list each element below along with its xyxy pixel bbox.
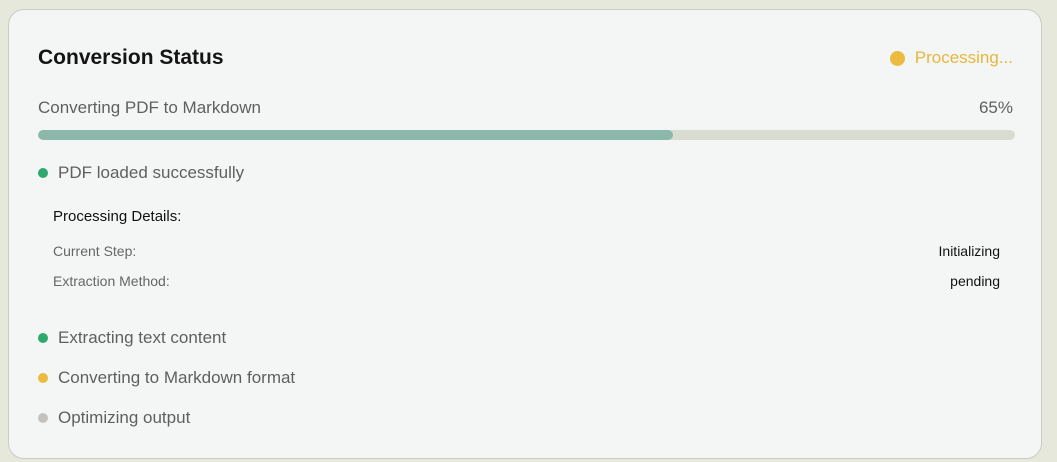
detail-label: Current Step: bbox=[53, 243, 137, 259]
step-label: Extracting text content bbox=[58, 328, 227, 347]
step-status-dot-icon bbox=[38, 333, 48, 343]
detail-row-extraction-method: Extraction Method: pending bbox=[53, 266, 1000, 296]
card-title: Conversion Status bbox=[38, 46, 224, 69]
step-item-pdf-loaded: PDF loaded successfully bbox=[38, 163, 244, 183]
processing-details: Processing Details: Current Step: Initia… bbox=[53, 208, 1000, 296]
progress-bar bbox=[38, 130, 1015, 140]
step-item-converting-markdown: Converting to Markdown format bbox=[38, 368, 295, 388]
status-label: Processing... bbox=[914, 48, 1013, 67]
details-title: Processing Details: bbox=[53, 208, 182, 225]
progress-percent: 65% bbox=[978, 98, 1013, 117]
step-status-dot-icon bbox=[38, 413, 48, 423]
step-status-dot-icon bbox=[38, 373, 48, 383]
detail-label: Extraction Method: bbox=[53, 273, 170, 289]
step-item-extracting-text: Extracting text content bbox=[38, 328, 226, 348]
conversion-status-card: Conversion Status Processing... Converti… bbox=[8, 9, 1042, 459]
step-label: Converting to Markdown format bbox=[58, 368, 296, 387]
processing-status: Processing... bbox=[889, 48, 1013, 68]
progress-label: Converting PDF to Markdown bbox=[38, 98, 261, 117]
status-dot-icon bbox=[889, 50, 905, 66]
progress-bar-fill bbox=[38, 130, 674, 140]
detail-value: Initializing bbox=[938, 243, 1000, 259]
step-item-optimizing-output: Optimizing output bbox=[38, 408, 190, 428]
step-status-dot-icon bbox=[38, 168, 48, 178]
step-label: PDF loaded successfully bbox=[58, 163, 245, 182]
detail-row-current-step: Current Step: Initializing bbox=[53, 236, 1000, 266]
step-label: Optimizing output bbox=[58, 408, 191, 427]
detail-value: pending bbox=[950, 273, 1000, 289]
